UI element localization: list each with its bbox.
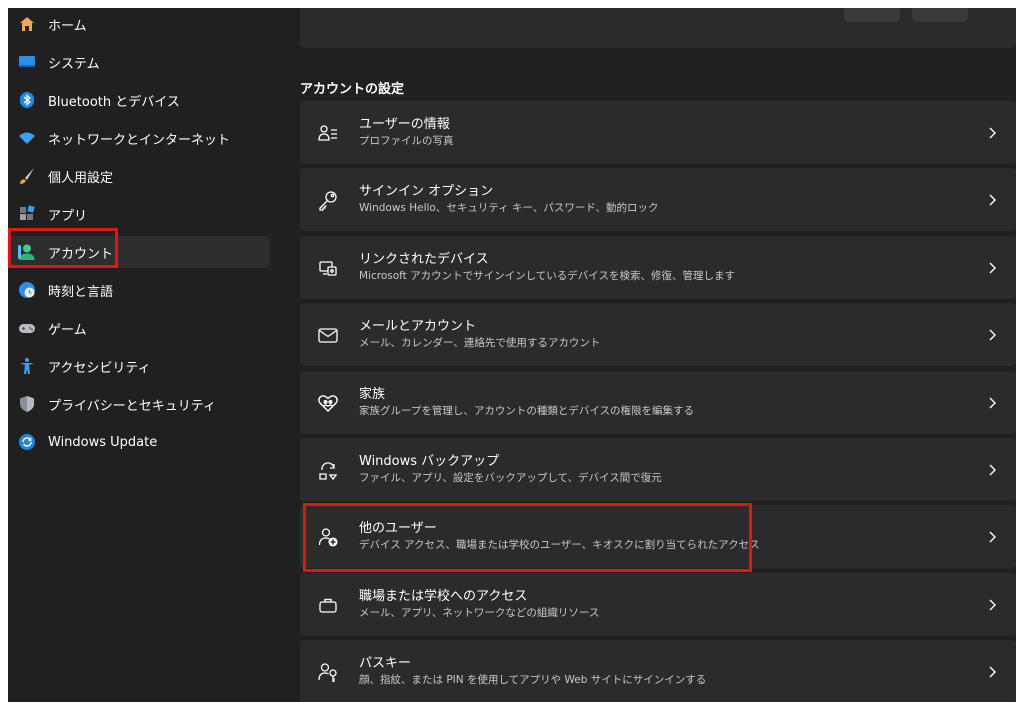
passkey-icon xyxy=(317,661,339,683)
user-info-icon xyxy=(317,122,339,144)
chevron-right-icon xyxy=(984,397,1000,409)
chevron-right-icon xyxy=(984,599,1000,611)
sidebar-item-personalization[interactable]: 個人用設定 xyxy=(10,160,270,192)
sidebar-item-time-language[interactable]: 時刻と言語 xyxy=(10,274,270,306)
briefcase-icon xyxy=(317,594,339,616)
account-summary-card xyxy=(300,8,1016,48)
key-icon xyxy=(317,189,339,211)
setting-row-family[interactable]: 家族 家族グループを管理し、アカウントの種類とデバイスの権限を編集する xyxy=(300,371,1016,434)
sidebar-item-windows-update[interactable]: Windows Update xyxy=(10,426,270,458)
shield-icon xyxy=(18,395,36,413)
sidebar-item-bluetooth[interactable]: Bluetooth とデバイス xyxy=(10,84,270,116)
accessibility-icon xyxy=(18,357,36,375)
mail-icon xyxy=(317,324,339,346)
sidebar-item-system[interactable]: システム xyxy=(10,46,270,78)
sidebar-item-network[interactable]: ネットワークとインターネット xyxy=(10,122,270,154)
selection-indicator xyxy=(18,245,21,259)
bluetooth-icon xyxy=(18,91,36,109)
gamepad-icon xyxy=(18,319,36,337)
chevron-right-icon xyxy=(984,329,1000,341)
setting-row-work-school-access[interactable]: 職場または学校へのアクセス メール、アプリ、ネットワークなどの組織リソース xyxy=(300,573,1016,636)
wifi-icon xyxy=(18,129,36,147)
setting-row-passkeys[interactable]: パスキー 顔、指紋、または PIN を使用してアプリや Web サイトにサインイ… xyxy=(300,640,1016,702)
setting-row-your-info[interactable]: ユーザーの情報 プロファイルの写真 xyxy=(300,101,1016,164)
setting-row-linked-devices[interactable]: リンクされたデバイス Microsoft アカウントでサインインしているデバイス… xyxy=(300,236,1016,299)
linked-devices-icon xyxy=(317,257,339,279)
system-icon xyxy=(18,53,36,71)
section-title: アカウントの設定 xyxy=(300,82,405,97)
chevron-right-icon xyxy=(984,127,1000,139)
chevron-right-icon xyxy=(984,666,1000,678)
sidebar-item-accounts[interactable]: アカウント xyxy=(10,236,270,268)
sidebar-item-gaming[interactable]: ゲーム xyxy=(10,312,270,344)
setting-row-email-accounts[interactable]: メールとアカウント メール、カレンダー、連絡先で使用するアカウント xyxy=(300,303,1016,366)
sidebar-item-apps[interactable]: アプリ xyxy=(10,198,270,230)
sidebar-nav: ホーム システム Bluetooth とデバイス ネットワークとインターネット xyxy=(8,8,280,702)
settings-window: ホーム システム Bluetooth とデバイス ネットワークとインターネット xyxy=(8,8,1016,702)
sidebar-item-accessibility[interactable]: アクセシビリティ xyxy=(10,350,270,382)
chevron-right-icon xyxy=(984,262,1000,274)
setting-row-windows-backup[interactable]: Windows バックアップ ファイル、アプリ、設定をバックアップして、デバイス… xyxy=(300,438,1016,501)
apps-icon xyxy=(18,205,36,223)
update-icon xyxy=(18,433,36,451)
setting-row-other-users[interactable]: 他のユーザー デバイス アクセス、職場または学校のユーザー、キオスクに割り当てら… xyxy=(300,505,1016,568)
top-card-button-1[interactable] xyxy=(844,8,900,22)
top-card-button-2[interactable] xyxy=(912,8,968,22)
add-user-icon xyxy=(317,526,339,548)
home-icon xyxy=(18,15,36,33)
main-content: アカウントの設定 ユーザーの情報 プロファイルの写真 サインイン オプション W… xyxy=(300,8,1016,702)
backup-icon xyxy=(317,459,339,481)
sidebar-item-privacy[interactable]: プライバシーとセキュリティ xyxy=(10,388,270,420)
family-heart-icon xyxy=(317,392,339,414)
time-language-icon xyxy=(18,281,36,299)
sidebar-item-home[interactable]: ホーム xyxy=(10,8,270,40)
chevron-right-icon xyxy=(984,531,1000,543)
setting-row-sign-in-options[interactable]: サインイン オプション Windows Hello、セキュリティ キー、パスワー… xyxy=(300,168,1016,231)
chevron-right-icon xyxy=(984,194,1000,206)
brush-icon xyxy=(18,167,36,185)
chevron-right-icon xyxy=(984,464,1000,476)
